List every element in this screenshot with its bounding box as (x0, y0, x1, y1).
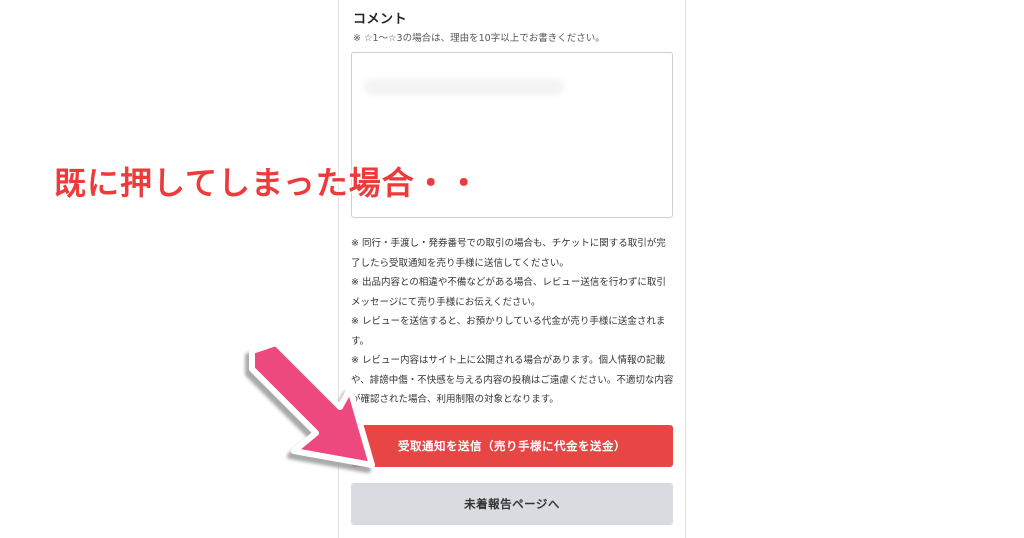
not-arrived-report-button[interactable]: 未着報告ページへ (351, 483, 673, 525)
send-receipt-button[interactable]: 受取通知を送信（売り手様に代金を送金） (351, 425, 673, 467)
notice-item: ※ 出品内容との相違や不備などがある場合、レビュー送信を行わずに取引メッセージに… (351, 277, 666, 308)
comment-title: コメント (353, 12, 408, 27)
review-panel: コメント ※ ☆1〜☆3の場合は、理由を10字以上でお書きください。 ※ 同行・… (338, 0, 686, 538)
notice-item: ※ レビュー内容はサイト上に公開される場合があります。個人情報の記載や、誹謗中傷… (351, 355, 674, 405)
pointing-arrow-icon (249, 340, 375, 468)
notice-list: ※ 同行・手渡し・発券番号での取引の場合も、チケットに関する取引が完了したら受取… (351, 234, 675, 410)
notice-item: ※ レビューを送信すると、お預かりしている代金が売り手様に送金されます。 (351, 316, 666, 347)
overlay-caption: 既に押してしまった場合・・ (54, 164, 481, 202)
blurred-comment-text (364, 79, 564, 95)
notice-item: ※ 同行・手渡し・発券番号での取引の場合も、チケットに関する取引が完了したら受取… (351, 238, 666, 269)
comment-note: ※ ☆1〜☆3の場合は、理由を10字以上でお書きください。 (353, 33, 605, 44)
